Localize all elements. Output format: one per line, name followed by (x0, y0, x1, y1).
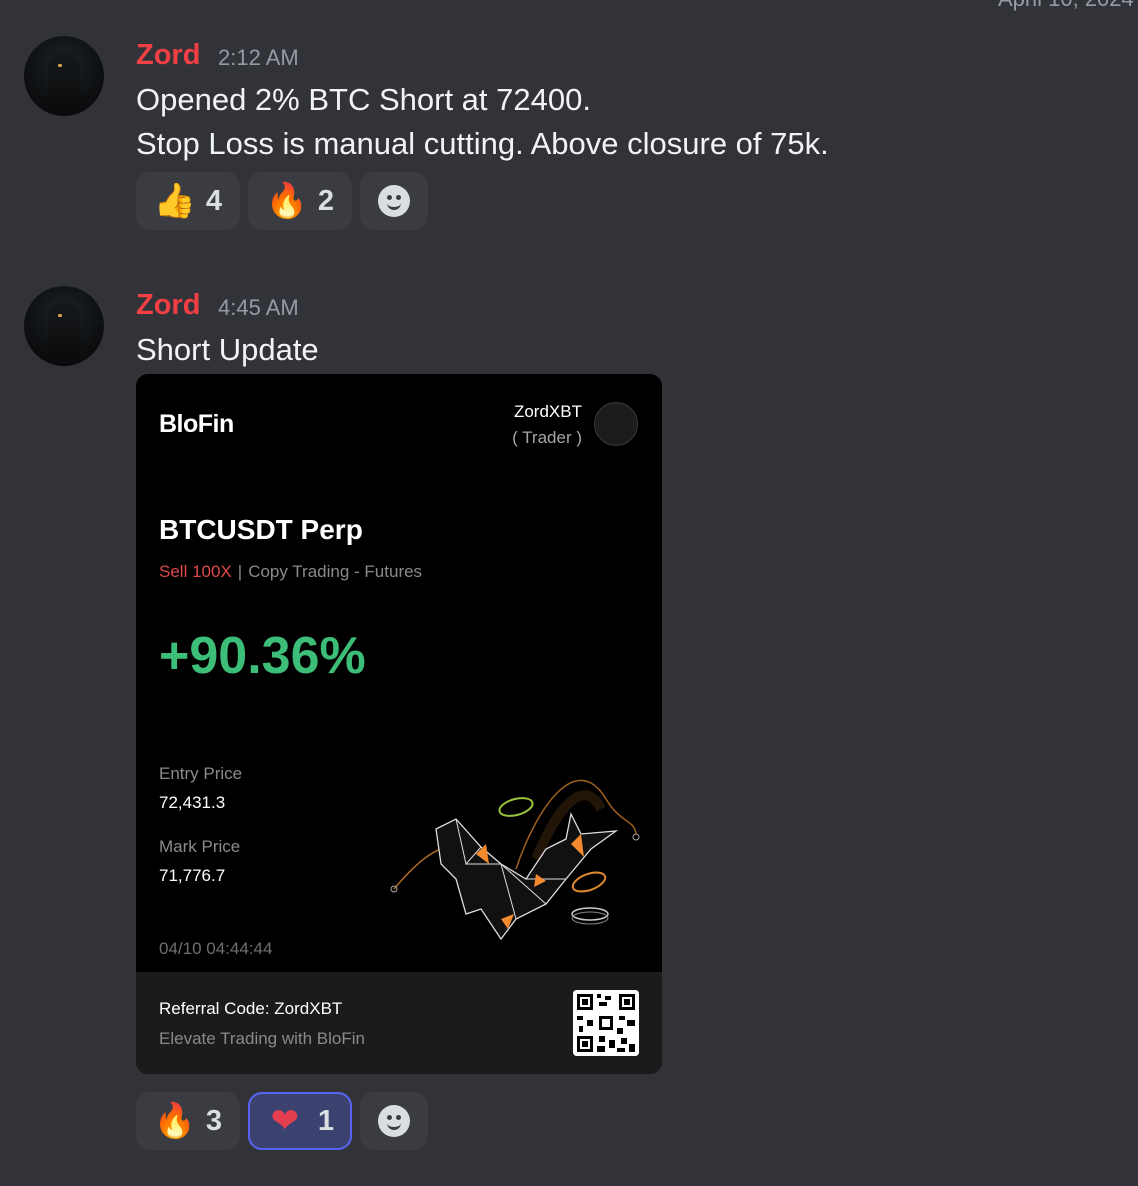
reaction-bar: 🔥 3 ❤ 1 (136, 1092, 428, 1150)
smiley-icon (378, 185, 410, 217)
add-reaction-button[interactable] (360, 172, 428, 230)
message-timestamp: 4:45 AM (218, 295, 299, 320)
message-line: Opened 2% BTC Short at 72400. (136, 82, 591, 117)
message-line: Short Update (136, 332, 319, 367)
thumbs-up-icon: 👍 (153, 182, 197, 220)
reaction-thumbs-up[interactable]: 👍 4 (136, 172, 240, 230)
fire-icon: 🔥 (153, 1102, 197, 1140)
fire-icon: 🔥 (265, 182, 309, 220)
trading-pair: BTCUSDT Perp (159, 514, 363, 545)
reaction-count: 2 (317, 184, 335, 217)
card-role: ( Trader ) (512, 428, 582, 447)
author-name[interactable]: Zord (136, 39, 200, 72)
reaction-bar: 👍 4 🔥 2 (136, 172, 428, 230)
date-divider: April 10, 2024 (998, 0, 1138, 12)
blofin-logo: BloFin (159, 410, 234, 438)
reaction-heart[interactable]: ❤ 1 (248, 1092, 352, 1150)
pnl-percentage: +90.36% (159, 627, 366, 685)
reaction-count: 1 (317, 1104, 335, 1137)
position-info: Sell 100X | Copy Trading - Futures (159, 562, 422, 582)
card-username: ZordXBT (513, 402, 582, 421)
qr-code-icon (573, 990, 639, 1056)
avatar[interactable] (24, 36, 104, 116)
reaction-fire[interactable]: 🔥 2 (248, 172, 352, 230)
add-reaction-button[interactable] (360, 1092, 428, 1150)
entry-price-label: Entry Price (159, 764, 243, 783)
mark-price-label: Mark Price (159, 837, 241, 856)
entry-price-value: 72,431.3 (159, 793, 226, 812)
pnl-card-image[interactable]: BloFin ZordXBT ( Trader ) BTCUSDT Perp S… (136, 374, 662, 1074)
trading-mode: Copy Trading - Futures (248, 562, 423, 581)
card-tagline: Elevate Trading with BloFin (159, 1029, 365, 1048)
mark-price-value: 71,776.7 (159, 866, 226, 885)
smiley-icon (378, 1105, 410, 1137)
message-timestamp: 2:12 AM (218, 45, 299, 70)
referral-code: Referral Code: ZordXBT (159, 999, 343, 1018)
heart-icon: ❤ (270, 1102, 300, 1140)
card-timestamp: 04/10 04:44:44 (159, 939, 273, 958)
whale-illustration (390, 779, 640, 941)
message-line: Stop Loss is manual cutting. Above closu… (136, 126, 829, 161)
reaction-count: 3 (205, 1104, 223, 1137)
author-name[interactable]: Zord (136, 289, 200, 322)
card-footer: Referral Code: ZordXBT Elevate Trading w… (136, 972, 662, 1074)
reaction-count: 4 (205, 184, 223, 217)
separator: | (237, 562, 243, 581)
avatar[interactable] (24, 286, 104, 366)
card-avatar (594, 402, 638, 446)
position-side: Sell 100X (159, 562, 232, 581)
reaction-fire[interactable]: 🔥 3 (136, 1092, 240, 1150)
